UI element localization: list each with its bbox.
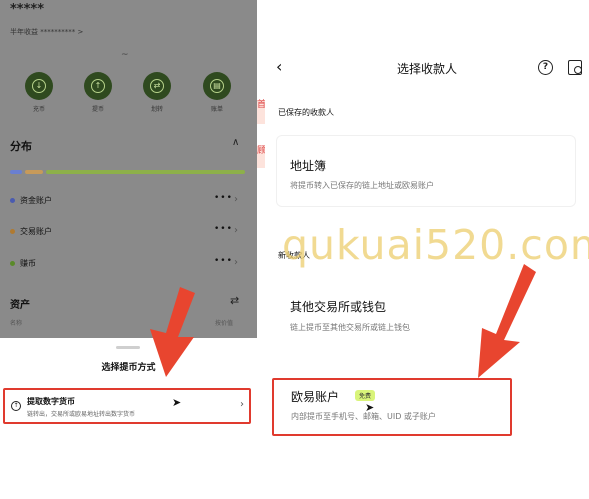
distribution-bar-segment: [25, 170, 43, 174]
chevron-right-icon: ›: [234, 257, 238, 268]
account-label: 交易账户: [20, 227, 52, 236]
account-label: 赚币: [20, 259, 36, 268]
cursor-icon: ➤: [172, 396, 182, 409]
masked-balance: *****: [10, 2, 44, 17]
dot-icon: [10, 198, 15, 203]
account-row-funding[interactable]: 资金账户 ••• ›: [10, 193, 245, 206]
distribution-bar-segment: [10, 170, 22, 174]
distribution-title: 分布: [10, 140, 32, 153]
sheet-title: 选择提币方式: [101, 363, 156, 373]
transfer-label: 划转: [150, 106, 163, 113]
red-arrow-icon: [478, 264, 536, 378]
okx-account-title: 欧易账户: [291, 390, 340, 404]
okx-account-option[interactable]: [272, 378, 512, 436]
withdraw-icon: ↑: [91, 79, 105, 93]
transfer-action[interactable]: ⇄ 划转: [137, 72, 177, 113]
half-year-yield-link[interactable]: 半年收益 ********** >: [10, 27, 83, 37]
chevron-right-icon: ›: [234, 225, 238, 236]
account-row-earn[interactable]: 赚币 ••• ›: [10, 256, 245, 269]
withdraw-crypto-option[interactable]: ↑ 提取数字货币 链转出，交易所或欧易地址转出数字货币 ›: [3, 388, 251, 424]
saved-recipients-label: 已保存的收款人: [278, 108, 334, 117]
swap-icon[interactable]: ⇄: [230, 294, 239, 307]
assets-overview-dimmed: ***** 半年收益 ********** > ~ ↓ 充币 ↑ 提币 ⇄ 划转…: [0, 0, 257, 338]
more-icon[interactable]: •••: [214, 256, 233, 266]
transfer-icon: ⇄: [150, 79, 164, 93]
dot-icon: [10, 229, 15, 234]
sheet-handle[interactable]: [116, 346, 140, 349]
account-row-trading[interactable]: 交易账户 ••• ›: [10, 224, 245, 237]
red-arrow-icon: [150, 287, 195, 377]
withdraw-action[interactable]: ↑ 提币: [78, 72, 118, 113]
other-exchange-title: 其他交易所或钱包: [290, 300, 387, 314]
withdraw-method-sheet: 选择提币方式 ↑ 提取数字货币 链转出，交易所或欧易地址转出数字货币 ›: [0, 342, 257, 499]
bill-icon: ▤: [210, 79, 224, 93]
chevron-up-icon[interactable]: ∧: [232, 137, 239, 148]
more-icon[interactable]: •••: [214, 224, 233, 234]
option-subtitle: 链转出，交易所或欧易地址转出数字货币: [27, 411, 136, 418]
help-icon[interactable]: ?: [538, 60, 553, 75]
address-book-subtitle: 将提币转入已保存的链上地址或欧易账户: [290, 181, 434, 190]
okx-account-subtitle: 内部提币至手机号、邮箱、UID 或子账户: [291, 412, 436, 421]
address-book-card[interactable]: 地址簿 将提币转入已保存的链上地址或欧易账户: [276, 135, 576, 207]
sort-by-value[interactable]: 按价值: [215, 318, 233, 327]
chevron-right-icon: ›: [240, 399, 244, 410]
assets-title: 资产: [10, 300, 30, 311]
account-label: 资金账户: [20, 196, 52, 205]
new-recipient-label: 新收款人: [278, 251, 310, 260]
history-icon[interactable]: [568, 60, 582, 75]
other-exchange-subtitle: 链上提币至其他交易所或链上钱包: [290, 323, 410, 332]
dot-icon: [10, 261, 15, 266]
left-screen: ***** 半年收益 ********** > ~ ↓ 充币 ↑ 提币 ⇄ 划转…: [0, 0, 257, 499]
withdraw-label: 提币: [91, 106, 104, 113]
deposit-label: 充币: [32, 106, 45, 113]
tilde-mark: ~: [121, 50, 129, 60]
name-column-header: 名称: [10, 320, 23, 327]
free-badge: 免费: [355, 390, 376, 401]
panel-divider: [257, 0, 265, 499]
upload-icon: ↑: [11, 401, 21, 411]
deposit-icon: ↓: [32, 79, 46, 93]
deposit-action[interactable]: ↓ 充币: [19, 72, 59, 113]
cursor-icon: ➤: [365, 401, 375, 414]
distribution-bar-segment: [46, 170, 245, 174]
option-title: 提取数字货币: [27, 397, 75, 406]
chevron-right-icon: ›: [234, 194, 238, 205]
more-icon[interactable]: •••: [214, 193, 233, 203]
address-book-title: 地址簿: [290, 159, 327, 173]
bill-label: 账单: [210, 106, 223, 113]
bill-action[interactable]: ▤ 账单: [197, 72, 237, 113]
